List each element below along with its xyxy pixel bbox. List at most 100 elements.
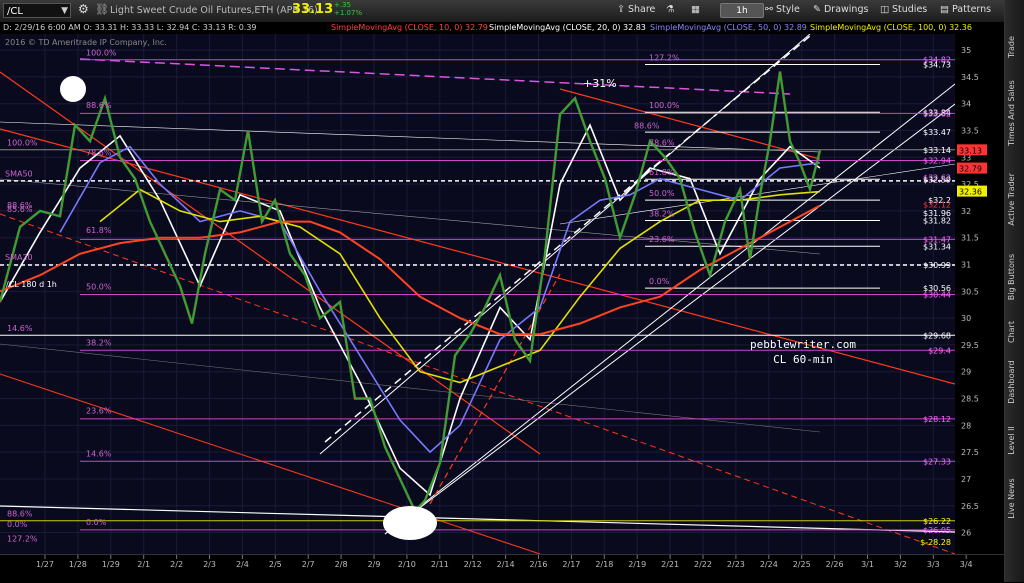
price-tick-label: 27.5 bbox=[961, 448, 979, 457]
time-tick-label: 2/23 bbox=[727, 560, 745, 569]
drawings-button[interactable]: ✎ Drawings bbox=[813, 4, 868, 15]
time-tick-label: 2/11 bbox=[431, 560, 449, 569]
price-tick-label: 32 bbox=[961, 207, 971, 216]
price-level-label: $28.12 bbox=[923, 415, 951, 424]
price-chart[interactable]: 100.0% 88.6% 78.6% 61.8% 50.0% 38.2% 23.6% 14.6… bbox=[0, 34, 955, 554]
gear-icon[interactable]: ⚙ bbox=[78, 2, 89, 16]
time-tick-label: 3/1 bbox=[861, 560, 874, 569]
fib-label: SMA50 bbox=[5, 170, 33, 179]
time-axis[interactable]: 1/27 1/28 1/29 2/1 2/2 2/3 2/4 2/5 2/7 2/8 2/9 2/10… bbox=[0, 554, 1004, 583]
fib-label: SMA20 bbox=[5, 253, 33, 262]
sidebar-tab-live-news[interactable]: Live News bbox=[1007, 471, 1023, 526]
price-tick-label: 28.5 bbox=[961, 395, 979, 404]
time-tick-label: 2/1 bbox=[137, 560, 150, 569]
price-level-label: $33.82 bbox=[923, 109, 951, 118]
price-badge-label: 33.13 bbox=[959, 146, 982, 155]
patterns-label: Patterns bbox=[952, 4, 992, 15]
time-tick-label: 1/28 bbox=[69, 560, 87, 569]
change-percent: +1.07% bbox=[334, 9, 363, 17]
grid-layout-icon[interactable]: ▦ bbox=[691, 4, 700, 15]
time-tick-label: 2/21 bbox=[661, 560, 679, 569]
time-tick-label: 2/10 bbox=[398, 560, 416, 569]
time-tick-label: 1/27 bbox=[36, 560, 54, 569]
price-level-label: $33.47 bbox=[923, 128, 951, 137]
price-level-label: $27.33 bbox=[923, 457, 951, 466]
time-tick-label: 2/24 bbox=[760, 560, 778, 569]
price-level-label: $29.4 bbox=[928, 346, 951, 355]
style-icon: ⚯ bbox=[765, 4, 776, 15]
sidebar-tab-dashboard[interactable]: Dashboard bbox=[1007, 355, 1023, 410]
fib-label: 127.2% bbox=[649, 53, 680, 62]
time-tick-label: 2/17 bbox=[562, 560, 580, 569]
fib-label: 23.6% bbox=[649, 235, 675, 244]
time-tick-label: 2/14 bbox=[497, 560, 515, 569]
sidebar-tab-trade[interactable]: Trade bbox=[1007, 30, 1023, 64]
flask-icon[interactable]: ⚗ bbox=[666, 4, 675, 15]
symbol-input[interactable]: /CL ▼ bbox=[3, 3, 71, 18]
sma20-readout[interactable]: SimpleMovingAvg (CLOSE, 20, 0) 32.83 bbox=[489, 22, 646, 34]
sidebar-tab-chart[interactable]: Chart bbox=[1007, 315, 1023, 349]
price-level-label: $32.59 bbox=[923, 175, 951, 184]
drawings-label: Drawings bbox=[823, 4, 869, 15]
highlight-marker bbox=[60, 76, 86, 102]
fib-label: 50.0% bbox=[649, 189, 675, 198]
price-level-label: $33.14 bbox=[923, 146, 951, 155]
price-tick-label: 31 bbox=[961, 261, 971, 270]
sidebar-tab-active-trader[interactable]: Active Trader bbox=[1007, 162, 1023, 238]
time-tick-label: 1/29 bbox=[102, 560, 120, 569]
chain-link-icon[interactable]: ⛓ bbox=[95, 3, 109, 16]
fib-label: 23.6% bbox=[86, 407, 112, 416]
price-badge-label: 32.79 bbox=[959, 165, 982, 174]
price-badge-label: 32.36 bbox=[959, 188, 982, 197]
sma100-readout[interactable]: SimpleMovingAvg (CLOSE, 100, 0) 32.36 bbox=[810, 22, 972, 34]
sma10-readout[interactable]: SimpleMovingAvg (CLOSE, 10, 0) 32.79 bbox=[331, 22, 488, 34]
studies-button[interactable]: ◫ Studies bbox=[880, 4, 927, 15]
patterns-button[interactable]: ▤ Patterns bbox=[940, 4, 991, 15]
chevron-down-icon[interactable]: ▼ bbox=[61, 4, 68, 19]
sidebar-tab-big-buttons[interactable]: Big Buttons bbox=[1007, 244, 1023, 309]
style-button[interactable]: ⚯ Style bbox=[765, 4, 800, 15]
sidebar-tab-times-and-sales[interactable]: Times And Sales bbox=[1007, 70, 1023, 156]
price-tick-label: 34.5 bbox=[961, 73, 979, 82]
watermark-caption: CL 60-min bbox=[773, 353, 833, 366]
fib-label: 88.6% bbox=[7, 510, 33, 519]
price-level-label: $29.68 bbox=[923, 331, 951, 340]
time-tick-label: 2/2 bbox=[170, 560, 183, 569]
fib-label: 100.0% bbox=[649, 101, 680, 110]
fib-label: 50.0% bbox=[86, 282, 112, 291]
fib-label: 100.0% bbox=[7, 139, 38, 148]
sma50-readout[interactable]: SimpleMovingAvg (CLOSE, 50, 0) 32.89 bbox=[650, 22, 807, 34]
time-tick-label: 3/2 bbox=[894, 560, 907, 569]
studies-icon: ◫ bbox=[880, 4, 892, 15]
fib-label: 0.0% bbox=[649, 277, 670, 286]
fib-label: 14.6% bbox=[86, 450, 112, 459]
price-tick-label: 30.5 bbox=[961, 287, 979, 296]
share-label: Share bbox=[627, 4, 656, 15]
price-axis[interactable]: 26 26.5 27 27.5 28 28.5 29 29.5 30 30.5 31 31.5 32 32… bbox=[955, 34, 1004, 554]
timeframe-button[interactable]: 1h bbox=[720, 3, 764, 18]
sidebar-tab-level-ii[interactable]: Level II bbox=[1007, 416, 1023, 466]
price-level-label: $26.22 bbox=[923, 517, 951, 526]
price-tick-label: 29.5 bbox=[961, 341, 979, 350]
time-tick-label: 2/26 bbox=[826, 560, 844, 569]
time-tick-label: 2/8 bbox=[335, 560, 348, 569]
fib-label: 100.0% bbox=[86, 49, 117, 58]
fib-label: 61.8% bbox=[86, 226, 112, 235]
fib-label: 85.6% bbox=[7, 205, 33, 214]
time-tick-label: 2/3 bbox=[203, 560, 216, 569]
price-tick-label: 30 bbox=[961, 314, 971, 323]
share-button[interactable]: ⇪ Share bbox=[617, 4, 655, 15]
change-value: +.35 bbox=[334, 1, 351, 9]
price-tick-label: 26 bbox=[961, 529, 971, 538]
price-change: +.35 +1.07% bbox=[334, 1, 362, 17]
price-level-label: $31.34 bbox=[923, 242, 951, 251]
price-level-label: $-28.28 bbox=[920, 538, 951, 547]
fib-label: 38.2% bbox=[86, 339, 112, 348]
fib-label: 88.6% bbox=[634, 121, 660, 130]
timeframe-label: 1h bbox=[736, 6, 748, 16]
price-level-label: $34.73 bbox=[923, 61, 951, 70]
price-tick-label: 33.5 bbox=[961, 126, 979, 135]
price-level-label: $31.82 bbox=[923, 217, 951, 226]
time-tick-label: 3/3 bbox=[927, 560, 940, 569]
time-tick-label: 2/4 bbox=[236, 560, 249, 569]
